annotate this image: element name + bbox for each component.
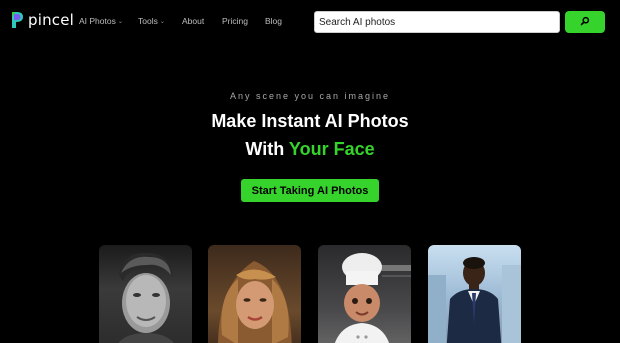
nav-item-label: AI Photos — [79, 16, 116, 26]
pincel-logo-icon — [10, 11, 24, 29]
nav-item-label: Blog — [265, 16, 283, 26]
nav-item-tools[interactable]: Tools ⌄ — [138, 16, 165, 26]
gallery-photo-businessman[interactable] — [428, 245, 521, 343]
hero-title-accent: Your Face — [288, 139, 375, 159]
hero-tagline: Any scene you can imagine — [229, 91, 391, 101]
portrait-woman-photo — [217, 261, 292, 343]
portrait-man-photo — [118, 252, 174, 343]
hero-title-line-2: With Your Face — [0, 139, 620, 160]
nav-item-pricing[interactable]: Pricing — [222, 16, 248, 26]
gallery-photo-child-chef[interactable] — [318, 245, 411, 343]
hero-title-prefix: With — [245, 139, 285, 159]
nav-item-label: Tools — [138, 16, 158, 26]
search-box — [314, 11, 560, 33]
chevron-down-icon: ⌄ — [159, 18, 165, 25]
site-header: pincel AI Photos ⌄ Tools ⌄ About Pricing… — [0, 0, 620, 42]
chevron-down-icon: ⌄ — [117, 18, 123, 25]
search-input[interactable] — [315, 12, 559, 33]
brand-name: pincel — [28, 11, 75, 29]
nav-item-blog[interactable]: Blog — [265, 16, 282, 26]
nav-item-about[interactable]: About — [182, 16, 204, 26]
portrait-businessman-photo — [428, 257, 521, 343]
nav-item-ai-photos[interactable]: AI Photos ⌄ — [79, 16, 123, 26]
nav-item-label: Pricing — [222, 16, 248, 26]
portrait-child-chef-photo — [334, 253, 411, 343]
brand-logo[interactable]: pincel — [10, 11, 74, 29]
hero-title-line-1: Make Instant AI Photos — [211, 111, 409, 131]
start-taking-photos-button[interactable]: Start Taking AI Photos — [241, 179, 379, 202]
search-icon — [580, 13, 590, 31]
gallery-photo-man[interactable] — [99, 245, 192, 343]
search-button[interactable] — [565, 11, 605, 33]
gallery-photo-woman[interactable] — [208, 245, 301, 343]
nav-item-label: About — [182, 16, 205, 26]
